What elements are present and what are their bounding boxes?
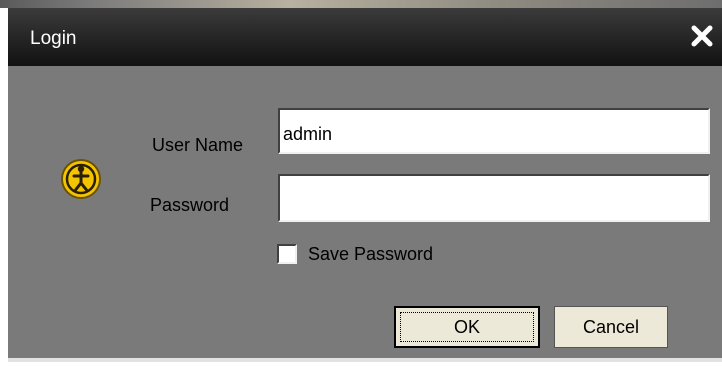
close-icon	[691, 25, 713, 47]
user-icon	[60, 158, 102, 200]
save-password-checkbox[interactable]: Save Password	[277, 242, 433, 266]
background-window-strip	[0, 0, 722, 8]
password-label: Password	[150, 195, 230, 215]
title-bar[interactable]: Login	[8, 8, 722, 66]
window-title: Login	[30, 28, 77, 49]
username-field[interactable]	[278, 108, 710, 154]
cancel-button-label: Cancel	[582, 316, 640, 337]
save-password-checkbox-box[interactable]	[277, 244, 297, 264]
login-dialog: Login User Name Password Save Password O…	[8, 8, 722, 362]
password-field[interactable]	[278, 174, 710, 222]
ok-button[interactable]: OK	[394, 306, 540, 348]
save-password-label: Save Password	[308, 243, 434, 264]
cancel-button[interactable]: Cancel	[554, 306, 668, 348]
username-label: User Name	[152, 135, 244, 155]
close-button[interactable]	[688, 22, 716, 50]
ok-button-focus-ring	[400, 312, 534, 342]
